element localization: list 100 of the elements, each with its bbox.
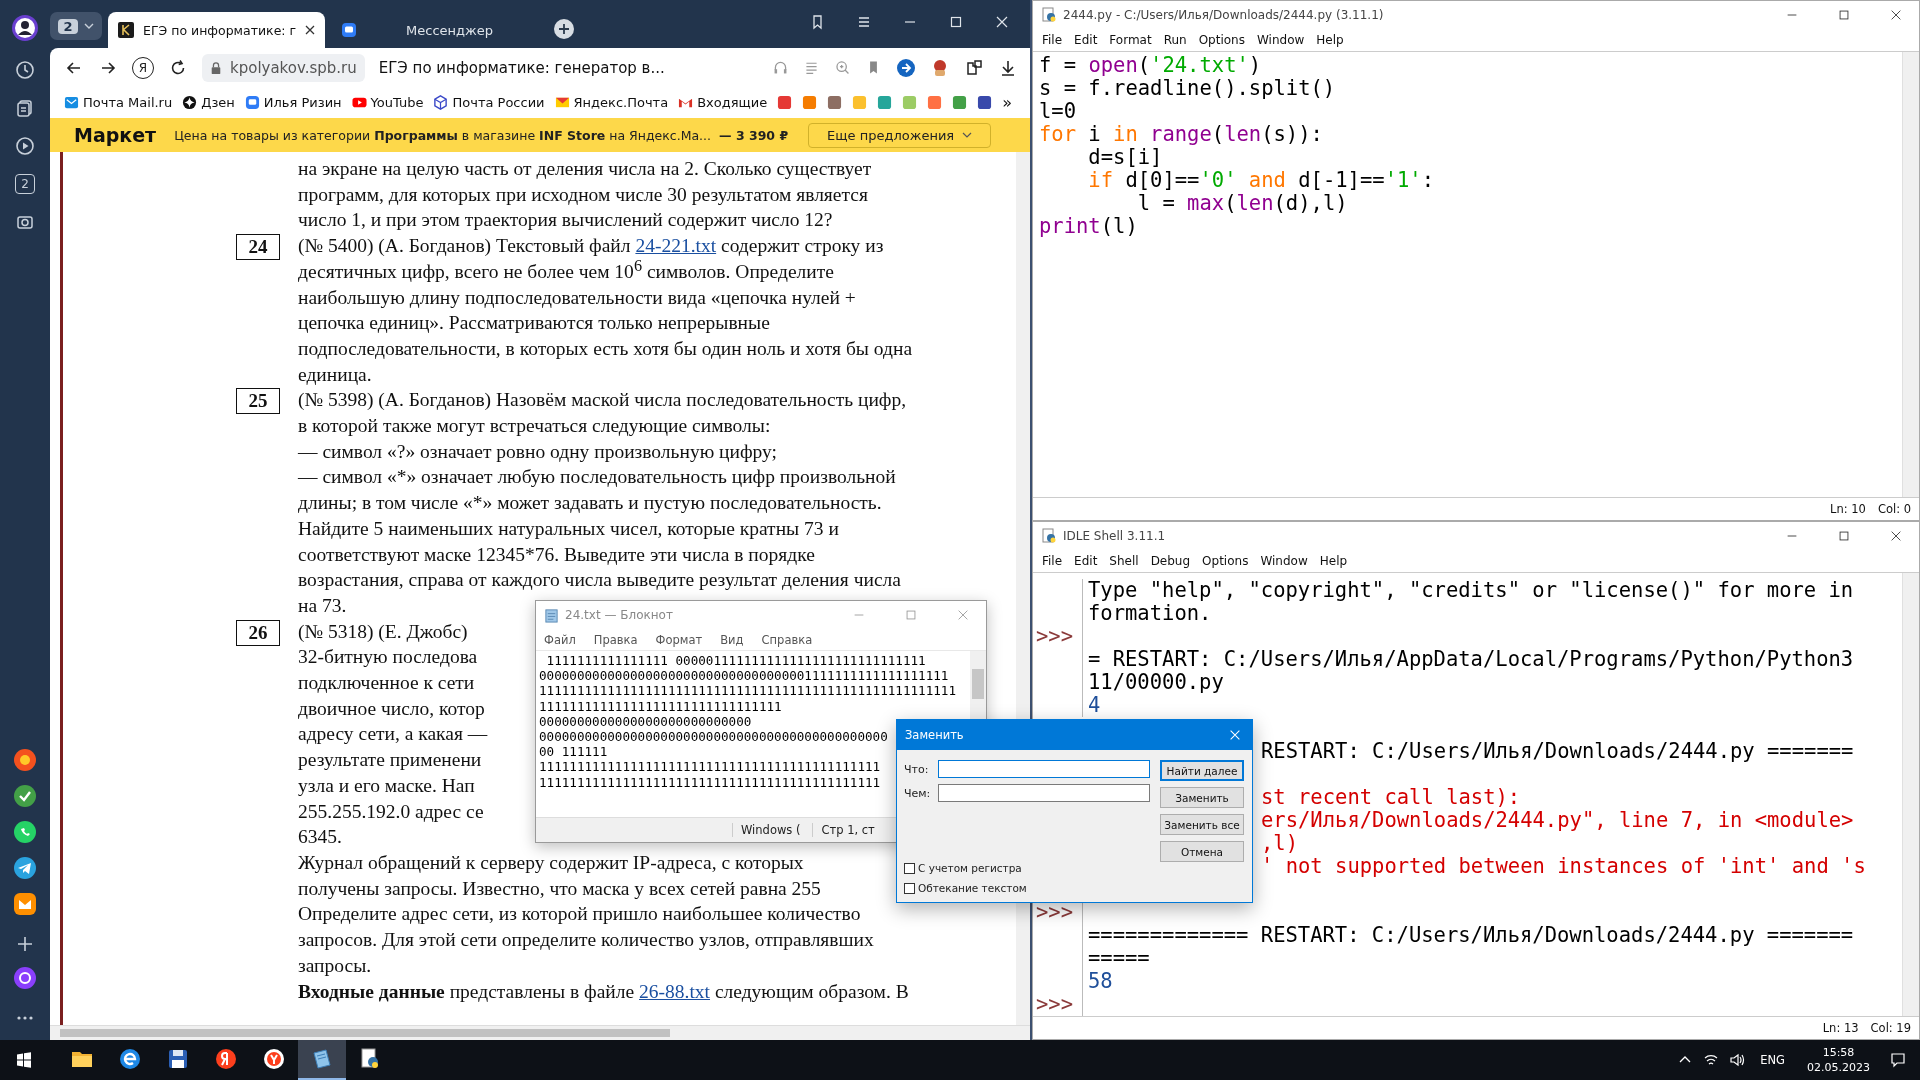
play-icon[interactable] <box>15 136 35 156</box>
task-text-line: соответствуют маске 12345*76. Выведите эти числа в порядке <box>298 542 815 567</box>
browser-tab[interactable]: ЕГЭ по информатике: г <box>108 12 326 48</box>
menu-item[interactable]: Format <box>1109 33 1152 47</box>
bookmark-link[interactable]: Почта Mail.ru <box>64 95 173 110</box>
lock-icon <box>210 60 222 75</box>
menu-item[interactable]: Help <box>1319 554 1348 568</box>
text-line: 0000000000000000000000000000 <box>539 713 752 729</box>
more-bookmarks-button[interactable]: » <box>1002 93 1013 112</box>
file-link[interactable]: 26-88.txt <box>639 980 710 1002</box>
close-icon[interactable] <box>1889 8 1903 22</box>
zoom-icon[interactable] <box>834 59 851 76</box>
add-icon[interactable] <box>15 934 35 954</box>
menu-item[interactable]: Edit <box>1074 33 1098 47</box>
task-text-line: 255.255.192.0 адрес се <box>298 799 484 824</box>
menu-icon[interactable] <box>856 14 872 30</box>
menu-item[interactable]: Справка <box>761 632 813 647</box>
extension-icon[interactable] <box>896 57 916 78</box>
notification-icon[interactable] <box>1890 1052 1906 1068</box>
menu-item[interactable]: Window <box>1260 554 1308 568</box>
close-icon[interactable] <box>1228 728 1242 742</box>
page-title: ЕГЭ по информатике: генератор в... <box>378 58 665 77</box>
domain-text: kpolyakov.spb.ru <box>230 58 357 77</box>
close-icon[interactable] <box>1889 529 1903 543</box>
sidebar-app-icon[interactable] <box>13 856 37 880</box>
history-clock-icon[interactable] <box>15 60 35 80</box>
sidebar-app-icon[interactable] <box>13 820 37 844</box>
menu-item[interactable]: Правка <box>593 632 638 647</box>
headphones-icon[interactable] <box>772 59 789 76</box>
task-text-line: подпоследовательности, в которых есть хотя бы один ноль и хотя бы одна <box>298 336 913 361</box>
task-text-line: двоичное число, котор <box>298 696 485 721</box>
task-text-line: наибольшую длину подпоследовательности вида «цепочка нулей + <box>298 285 856 310</box>
bookmark-link[interactable]: Почта России <box>433 95 545 110</box>
maximize-icon[interactable] <box>948 14 964 30</box>
bookmark-link[interactable]: Дзен <box>182 95 235 110</box>
volume-icon[interactable] <box>1729 1052 1746 1068</box>
notes-icon[interactable] <box>15 98 35 118</box>
new-tab-icon[interactable] <box>553 18 576 40</box>
horizontal-scrollbar[interactable] <box>50 1025 1030 1040</box>
text-line: 1111111111111111 000001111111111111111111111111111 <box>545 653 926 669</box>
cube-icon <box>433 95 449 110</box>
input-field[interactable] <box>938 784 1150 802</box>
menu-item[interactable]: Help <box>1316 33 1344 47</box>
profile-avatar-icon[interactable] <box>11 14 39 42</box>
python-file-icon <box>1041 528 1057 544</box>
browser-tab[interactable]: Мессенджер <box>331 12 528 48</box>
close-tab-icon[interactable] <box>305 25 316 35</box>
sidebar-app-icon[interactable] <box>13 892 37 916</box>
sidebar-app-icon[interactable] <box>13 784 37 808</box>
code-line: if d[0]=='0' and d[-1]=='1': <box>1087 169 1434 192</box>
input-field[interactable] <box>938 760 1150 778</box>
bookmark-link[interactable]: Илья Ризин <box>244 95 342 110</box>
menu-item[interactable]: Вид <box>720 632 744 647</box>
checkbox[interactable] <box>904 882 915 894</box>
menu-item[interactable]: Формат <box>655 632 703 647</box>
market-brand: Маркет <box>74 124 157 146</box>
bookmark-link[interactable]: YouTube <box>351 95 424 110</box>
menu-item[interactable]: Файл <box>544 632 576 647</box>
menu-item[interactable]: File <box>1042 33 1063 47</box>
dialog-button[interactable]: Отмена <box>1160 841 1244 862</box>
clock[interactable]: 15:58 02.05.2023 <box>1807 1045 1870 1075</box>
tab-group-button[interactable]: 2 <box>50 12 102 40</box>
assistant-icon[interactable] <box>13 966 37 990</box>
menu-item[interactable]: Options <box>1198 33 1245 47</box>
extensions-icon[interactable] <box>964 57 984 78</box>
shell-output-line: ============= RESTART: C:/Users/Илья/Downloads/2444.py ======= <box>1088 923 1854 947</box>
more-offers-button[interactable]: Еще предложения <box>808 122 992 148</box>
vertical-scrollbar[interactable] <box>1902 573 1919 1016</box>
file-link[interactable]: 24-221.txt <box>635 235 717 257</box>
menu-item[interactable]: Window <box>1256 33 1305 47</box>
address-field[interactable]: kpolyakov.spb.ru <box>202 53 365 82</box>
bookmark-icon[interactable] <box>827 95 843 110</box>
windows-logo-icon[interactable] <box>16 1052 32 1068</box>
close-icon[interactable] <box>994 14 1010 30</box>
code-line: l = max(len(d),l) <box>1136 192 1348 215</box>
bookmark-link[interactable]: Входящие <box>678 95 768 110</box>
envelope-icon <box>554 95 570 110</box>
text-line: 111111111111111111111111111111111111111111111 <box>539 774 881 790</box>
field-label: Что: <box>904 762 930 776</box>
menu-item[interactable]: Run <box>1163 33 1187 47</box>
bookmark-icon[interactable] <box>977 95 993 110</box>
shell-output-line: ' not supported between instances of 'int' and 's <box>1261 854 1866 878</box>
dialog-button[interactable]: Заменить <box>1160 787 1244 808</box>
menu-item[interactable]: Edit <box>1074 554 1098 568</box>
sidebar-counter[interactable]: 2 <box>15 174 35 194</box>
code-line: for i in range(len(s)): <box>1039 123 1323 146</box>
menu-item[interactable]: Debug <box>1150 554 1191 568</box>
shell-output-line: = RESTART: C:/Users/Илья/AppData/Local/Programs/Python/Python3 <box>1088 647 1854 671</box>
dialog-button[interactable]: Заменить все <box>1160 814 1244 835</box>
sidebar-app-icon[interactable] <box>13 748 37 772</box>
menu-item[interactable]: Shell <box>1109 554 1139 568</box>
menu-item[interactable]: File <box>1042 554 1063 568</box>
checkbox[interactable] <box>904 862 915 874</box>
language-indicator[interactable]: ENG <box>1760 1053 1785 1067</box>
bookmark-icon[interactable] <box>777 95 793 110</box>
bookmark-icon[interactable] <box>952 95 968 110</box>
dialog-button[interactable]: Найти далее <box>1160 760 1244 781</box>
vertical-scrollbar[interactable] <box>1902 52 1919 497</box>
menu-item[interactable]: Options <box>1202 554 1249 568</box>
bookmark-link[interactable]: Яндекс.Почта <box>554 95 669 110</box>
